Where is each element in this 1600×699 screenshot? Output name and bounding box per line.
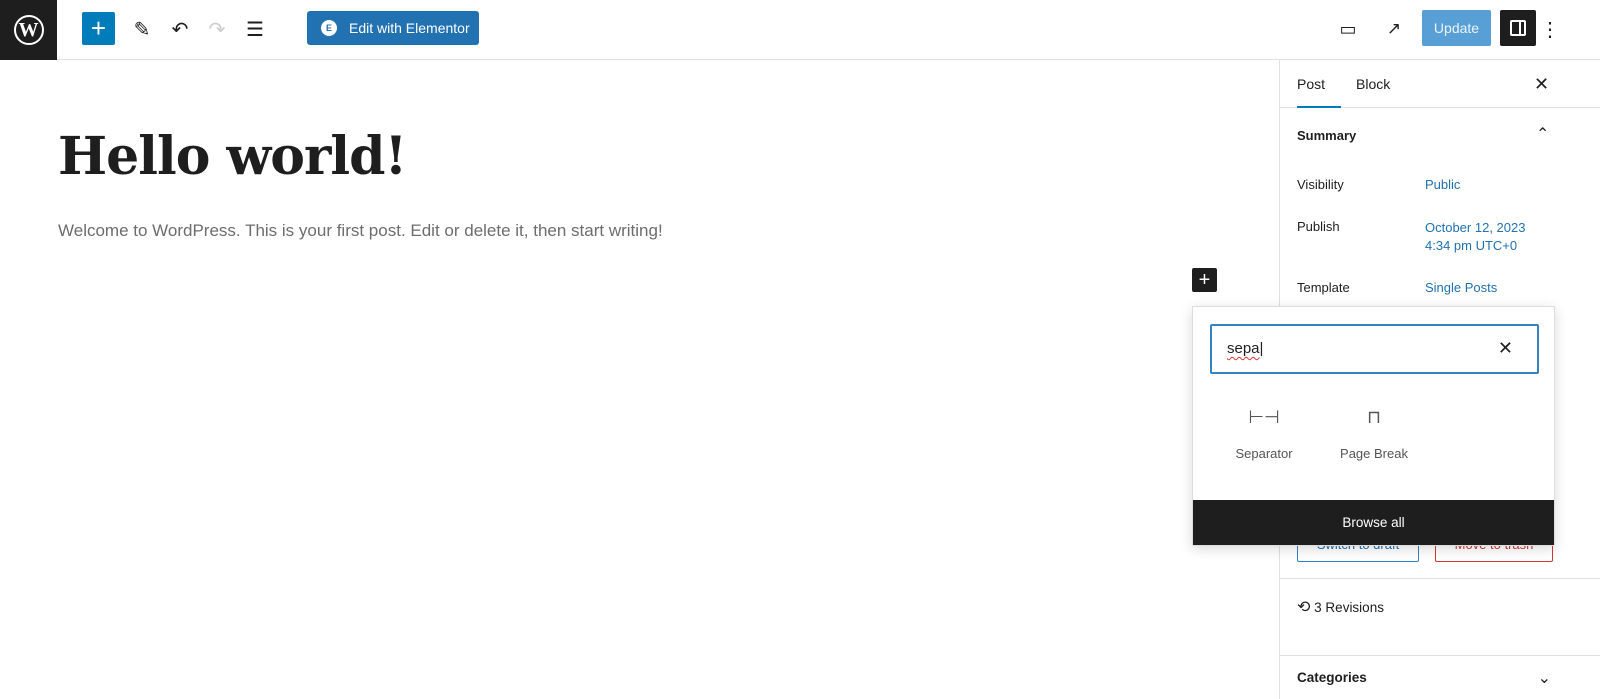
block-result-separator[interactable]: ⊢⊣ Separator — [1214, 407, 1314, 461]
close-sidebar-icon[interactable]: ✕ — [1534, 60, 1549, 108]
block-search-input[interactable]: sepa| ✕ — [1210, 324, 1539, 374]
settings-toggle-button[interactable] — [1500, 10, 1536, 46]
wordpress-logo[interactable]: W — [0, 0, 57, 60]
separator-icon: ⊢⊣ — [1248, 407, 1280, 427]
publish-label: Publish — [1297, 219, 1340, 234]
search-value: sepa — [1227, 340, 1260, 357]
elementor-icon: E — [321, 20, 337, 36]
tools-pencil-icon[interactable]: ✎ — [125, 12, 159, 46]
block-label: Separator — [1235, 446, 1293, 461]
sidebar-icon — [1510, 20, 1526, 36]
summary-heading[interactable]: Summary — [1297, 128, 1356, 143]
revisions-link[interactable]: ⟲ 3 Revisions — [1280, 578, 1600, 656]
add-block-button[interactable]: + — [82, 12, 115, 45]
block-label: Page Break — [1340, 446, 1408, 461]
post-title[interactable]: Hello world! — [58, 126, 407, 187]
template-label: Template — [1297, 280, 1350, 295]
visibility-value[interactable]: Public — [1425, 177, 1460, 192]
history-icon: ⟲ — [1297, 599, 1311, 616]
post-paragraph[interactable]: Welcome to WordPress. This is your first… — [58, 221, 663, 241]
revisions-label: 3 Revisions — [1314, 600, 1384, 615]
document-overview-icon[interactable]: ☰ — [238, 12, 272, 46]
undo-icon[interactable]: ↶ — [163, 12, 197, 46]
publish-date-link[interactable]: October 12, 2023 4:34 pm UTC+0 — [1425, 219, 1525, 255]
view-post-external-icon[interactable]: ↗ — [1377, 12, 1411, 46]
browse-all-button[interactable]: Browse all — [1193, 500, 1554, 545]
template-value[interactable]: Single Posts — [1425, 280, 1497, 295]
categories-panel[interactable]: Categories ⌄ — [1280, 655, 1600, 699]
publish-time: 4:34 pm UTC+0 — [1425, 238, 1518, 253]
editor-toolbar: W + ✎ ↶ ↷ ☰ E Edit with Elementor ▭ ↗ Upd… — [0, 0, 1600, 60]
visibility-label: Visibility — [1297, 177, 1344, 192]
tab-block[interactable]: Block — [1356, 60, 1390, 108]
categories-label: Categories — [1297, 670, 1367, 685]
block-inserter-popover: sepa| ✕ ⊢⊣ Separator ⊓ Page Break Browse al… — [1192, 306, 1555, 546]
update-button[interactable]: Update — [1422, 10, 1491, 46]
options-menu-icon[interactable]: ⋮ — [1540, 12, 1560, 46]
redo-icon[interactable]: ↷ — [200, 12, 234, 46]
inline-add-block-button[interactable]: + — [1192, 268, 1217, 292]
preview-device-icon[interactable]: ▭ — [1331, 12, 1365, 46]
block-result-page-break[interactable]: ⊓ Page Break — [1324, 407, 1424, 461]
page-break-icon: ⊓ — [1366, 407, 1382, 427]
tab-post[interactable]: Post — [1297, 60, 1341, 108]
chevron-up-icon[interactable]: ⌃ — [1536, 124, 1549, 144]
chevron-down-icon: ⌄ — [1537, 669, 1551, 687]
wordpress-icon: W — [13, 15, 44, 45]
publish-date: October 12, 2023 — [1425, 220, 1526, 235]
edit-with-elementor-button[interactable]: E Edit with Elementor — [307, 11, 479, 45]
clear-search-icon[interactable]: ✕ — [1498, 338, 1513, 359]
elementor-label: Edit with Elementor — [349, 20, 470, 36]
